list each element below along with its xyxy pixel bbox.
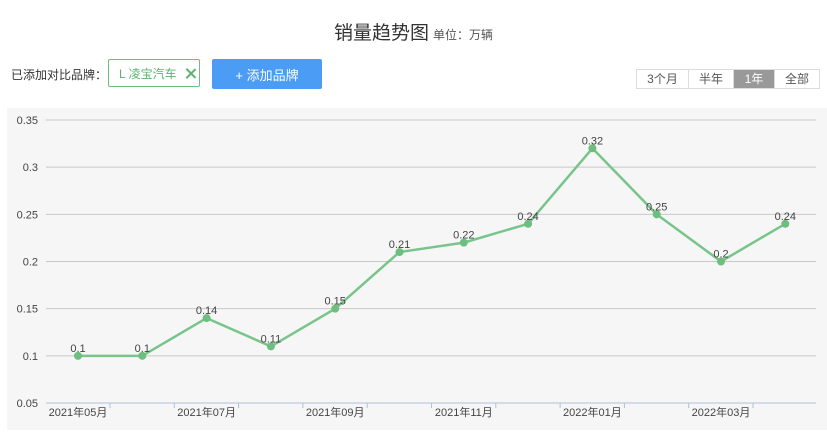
- data-label: 0.25: [646, 201, 667, 213]
- data-label: 0.24: [775, 211, 796, 223]
- y-tick-label: 0.3: [23, 162, 38, 174]
- sales-trend-chart: 0.05 0.1 0.15 0.2 0.25 0.3 0.35 2021年05月 2021年07…: [17, 115, 816, 419]
- y-tick-label: 0.2: [23, 257, 38, 269]
- data-label: 0.1: [70, 343, 85, 355]
- x-tick-label: 2021年07月: [177, 405, 236, 419]
- y-tick-label: 0.15: [17, 304, 38, 316]
- y-tick-label: 0.05: [17, 398, 38, 410]
- x-tick-label: 2021年11月: [435, 405, 493, 419]
- data-label: 0.24: [517, 211, 538, 223]
- x-tick-label: 2022年03月: [692, 405, 751, 419]
- data-label: 0.15: [324, 296, 345, 308]
- data-label: 0.2: [713, 249, 728, 261]
- x-tick-label: 2021年05月: [49, 405, 108, 419]
- series-line: [76, 147, 787, 358]
- y-tick-label: 0.1: [23, 351, 38, 363]
- data-label: 0.14: [196, 305, 217, 317]
- data-label: 0.1: [135, 343, 150, 355]
- x-tick-label: 2022年01月: [563, 405, 622, 419]
- y-tick-label: 0.25: [17, 209, 38, 221]
- x-tick-label: 2021年09月: [306, 405, 365, 419]
- data-label: 0.11: [261, 333, 282, 345]
- y-tick-label: 0.35: [17, 115, 38, 127]
- data-label: 0.32: [582, 135, 603, 147]
- data-label: 0.22: [453, 230, 474, 242]
- data-label: 0.21: [389, 239, 410, 251]
